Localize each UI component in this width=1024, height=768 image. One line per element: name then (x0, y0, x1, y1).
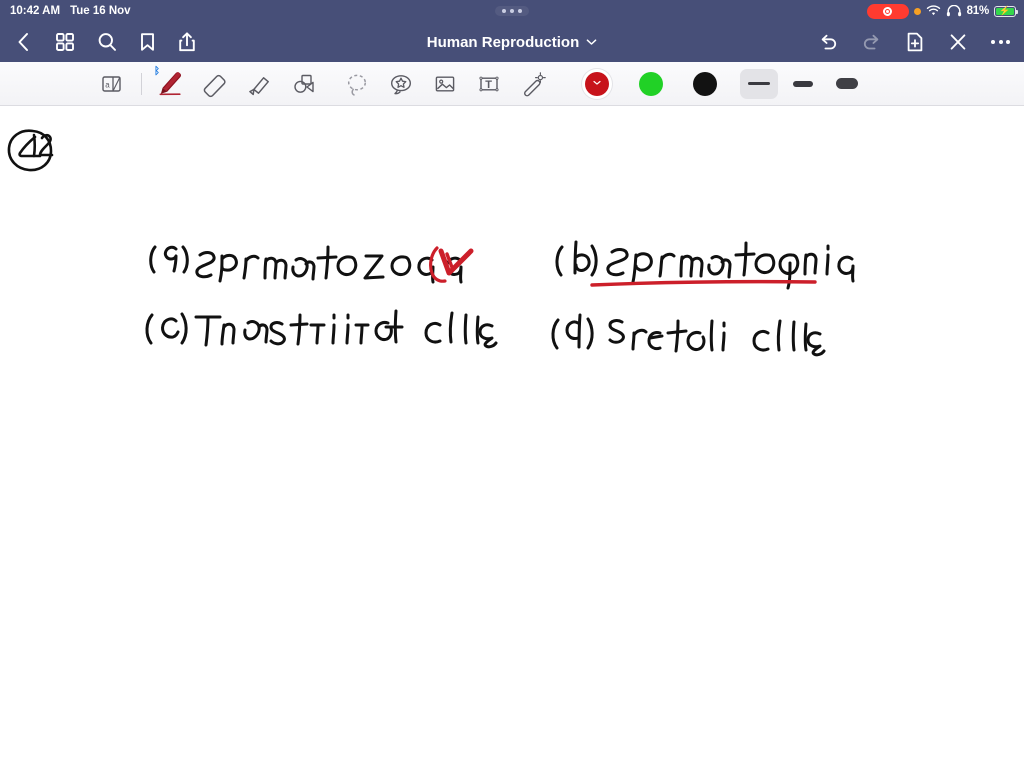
magic-wand-tool[interactable] (511, 64, 555, 104)
screen-recording-indicator[interactable] (866, 3, 909, 19)
battery-charging-icon: ⚡ (994, 5, 1018, 17)
option-c-handwriting (145, 309, 498, 349)
undo-icon[interactable] (817, 32, 839, 52)
option-a-red-check (429, 246, 474, 283)
svg-text:T: T (485, 79, 492, 91)
status-bar-right: 81% ⚡ (866, 0, 1018, 22)
notability-app-window: 10:42 AM Tue 16 Nov 81% ⚡ Human Reproduc… (0, 0, 1024, 768)
bluetooth-icon: ᛒ (154, 65, 160, 77)
battery-percent-label: 81% (966, 5, 990, 17)
color-green[interactable] (629, 64, 673, 104)
color-red[interactable] (575, 64, 619, 104)
image-tool[interactable] (423, 64, 467, 104)
redo-icon[interactable] (861, 32, 883, 52)
more-icon[interactable] (991, 40, 1010, 44)
svg-text:a: a (105, 80, 110, 89)
back-icon[interactable] (14, 31, 34, 53)
bookmark-icon[interactable] (138, 31, 157, 53)
navigation-bar-left (0, 31, 197, 53)
lasso-tool[interactable] (335, 64, 379, 104)
highlighter-tool[interactable] (237, 64, 281, 104)
toolbar-items: a ᛒ T (0, 64, 869, 104)
stroke-thin[interactable] (737, 64, 781, 104)
toolbar-divider (141, 72, 142, 95)
shapes-tool[interactable] (281, 64, 325, 104)
headphones-icon (946, 5, 961, 17)
option-a-handwriting (149, 245, 463, 284)
add-page-icon[interactable] (905, 31, 925, 53)
option-d-handwriting (551, 313, 826, 357)
page-number-circled (7, 129, 54, 172)
text-tool[interactable]: T (467, 64, 511, 104)
page-title[interactable]: Human Reproduction (427, 34, 580, 51)
orange-privacy-dot (913, 7, 921, 15)
handwritten-ink-layer (7, 129, 855, 357)
stroke-medium[interactable] (781, 64, 825, 104)
editing-toolbar: a ᛒ T (0, 62, 1024, 106)
color-black[interactable] (683, 64, 727, 104)
wifi-icon (926, 5, 940, 16)
close-icon[interactable] (947, 31, 969, 53)
navigation-bar-right (817, 31, 1010, 53)
status-bar: 10:42 AM Tue 16 Nov 81% ⚡ (0, 0, 1024, 22)
page-flip-tool[interactable]: a (90, 64, 134, 104)
multitasking-handle[interactable] (495, 6, 529, 16)
navigation-bar: Human Reproduction (0, 22, 1024, 62)
sticker-tool[interactable] (379, 64, 423, 104)
pen-tool[interactable]: ᛒ (149, 64, 193, 104)
eraser-tool[interactable] (193, 64, 237, 104)
share-icon[interactable] (177, 31, 197, 53)
stroke-thick[interactable] (825, 64, 869, 104)
search-icon[interactable] (96, 31, 118, 53)
note-canvas[interactable] (0, 107, 1024, 768)
chevron-down-icon[interactable] (586, 38, 597, 46)
option-b-red-underline (590, 279, 817, 287)
grid-icon[interactable] (54, 31, 76, 53)
